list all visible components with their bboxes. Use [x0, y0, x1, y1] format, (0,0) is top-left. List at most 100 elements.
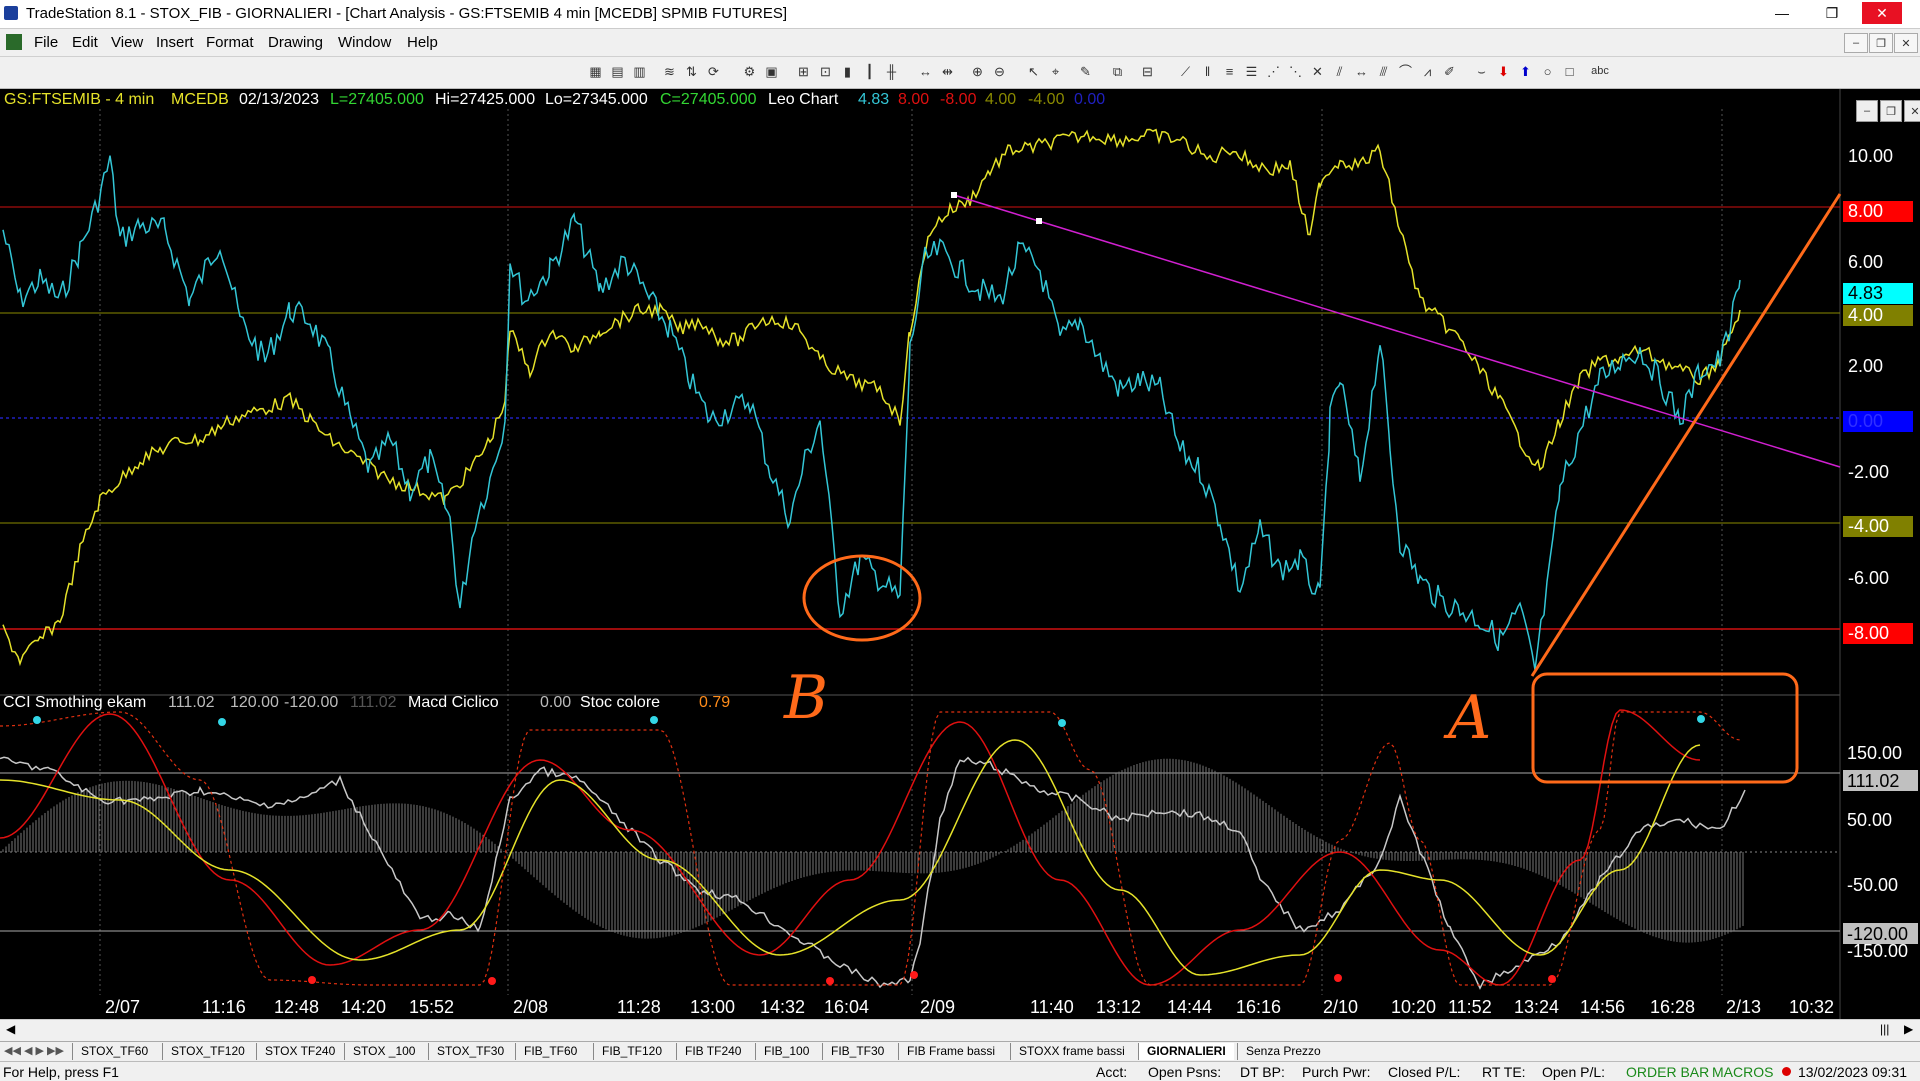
parallel-icon[interactable]: ⫻	[1376, 64, 1391, 79]
pane-close-button[interactable]: ✕	[1904, 100, 1920, 122]
fib-icon[interactable]: ⋰	[1266, 64, 1281, 79]
arrow-down-icon[interactable]: ⬇	[1496, 64, 1511, 79]
chart-area[interactable]: 10.00 8.00 6.00 4.83 4.00 2.00 0.00 -2.00 -4.00-…	[0, 89, 1920, 1019]
new-grid-icon[interactable]: ▤	[610, 64, 625, 79]
pane-minimize-button[interactable]: –	[1856, 100, 1878, 122]
gann-icon[interactable]: ✕	[1310, 64, 1325, 79]
tab-fib-tf30[interactable]: FIB_TF30	[822, 1043, 892, 1060]
zoom-in-icon[interactable]: ⊕	[970, 64, 985, 79]
mdi-close-button[interactable]: ✕	[1894, 33, 1918, 53]
tab-giornalieri[interactable]: GIORNALIERI	[1138, 1043, 1234, 1060]
crosshair-icon[interactable]: ⌖	[1048, 64, 1063, 79]
chart-canvas: 10.008.006.004.834.002.000.00-2.00-4.00-…	[0, 89, 1918, 1019]
time-axis-label: 10:32	[1789, 997, 1834, 1017]
text-tool-icon[interactable]: abc	[1588, 64, 1612, 79]
tab-fib-tf240[interactable]: FIB TF240	[676, 1043, 749, 1060]
tab-stox-tf240[interactable]: STOX TF240	[256, 1043, 343, 1060]
rectangle-icon[interactable]: □	[1562, 64, 1577, 79]
indicator-value-2: 8.00	[898, 91, 930, 108]
close-button[interactable]: ✕	[1862, 2, 1902, 24]
time-axis: 2/07 11:16 12:48 14:20 15:52 2/08 11:28 13:00 14…	[105, 997, 1834, 1017]
time-axis-label: 14:20	[341, 997, 386, 1017]
mdi-restore-button[interactable]: ❐	[1869, 33, 1893, 53]
tab-stox-tf60[interactable]: STOX_TF60	[72, 1043, 156, 1060]
cci-value-3: -120.00	[284, 694, 339, 711]
data-icon[interactable]: ▣	[764, 64, 779, 79]
ellipse-icon[interactable]: ○	[1540, 64, 1555, 79]
horizontal-scrollbar[interactable]: ◀ ||| ▶	[0, 1019, 1920, 1041]
menu-window[interactable]: Window	[338, 34, 391, 51]
time-axis-label: 2/10	[1323, 997, 1358, 1017]
mdi-minimize-button[interactable]: –	[1844, 33, 1868, 53]
scroll-right-icon[interactable]: ▶	[1904, 1022, 1913, 1036]
pointer-icon[interactable]: ↖	[1026, 64, 1041, 79]
channel-icon[interactable]: ☰	[1244, 64, 1259, 79]
speedlines-icon[interactable]: ⫽	[1332, 64, 1347, 79]
arc-icon[interactable]: ⌒	[1398, 64, 1413, 79]
new-chart-icon[interactable]: ▦	[588, 64, 603, 79]
chart-document-icon[interactable]	[6, 34, 22, 50]
menu-insert[interactable]: Insert	[156, 34, 194, 51]
order-bar-button[interactable]: ORDER BAR	[1626, 1064, 1709, 1080]
tab-fib-100[interactable]: FIB_100	[755, 1043, 817, 1060]
strategy-icon[interactable]: ⊡	[818, 64, 833, 79]
curve-icon[interactable]: ⌣	[1474, 64, 1489, 79]
trendline-anchor-1	[951, 192, 957, 198]
magenta-trendline	[953, 194, 1841, 468]
horizontal-line-icon[interactable]: ≡	[1222, 64, 1237, 79]
upper-axis-label: -4.00	[1848, 516, 1889, 536]
scroll-left-icon[interactable]: ◀	[6, 1022, 15, 1036]
scanner-icon[interactable]: ⊞	[796, 64, 811, 79]
fan-icon[interactable]: ⩘	[1420, 64, 1435, 79]
tab-fib-tf60[interactable]: FIB_TF60	[515, 1043, 585, 1060]
time-axis-label: 2/13	[1726, 997, 1761, 1017]
time-axis-label: 14:44	[1167, 997, 1212, 1017]
arrow-up-icon[interactable]: ⬆	[1518, 64, 1533, 79]
radar-icon[interactable]: ▥	[632, 64, 647, 79]
vertical-lines-icon[interactable]: ‖	[1200, 64, 1215, 79]
properties-icon[interactable]: ✎	[1078, 64, 1093, 79]
tab-stox-100[interactable]: STOX _100	[344, 1043, 423, 1060]
menu-edit[interactable]: Edit	[72, 34, 98, 51]
expand-icon[interactable]: ↔	[918, 64, 933, 79]
menu-help[interactable]: Help	[407, 34, 438, 51]
lower-axis-label: -50.00	[1847, 875, 1898, 895]
insert-icon[interactable]: ⧉	[1110, 64, 1125, 79]
pane-restore-button[interactable]: ❐	[1880, 100, 1902, 122]
lower-value-axis: 150.00111.0250.00-50.00-120.00-150.00	[1843, 743, 1918, 961]
maximize-button[interactable]: ❐	[1812, 2, 1852, 24]
freehand-icon[interactable]: ✐	[1442, 64, 1457, 79]
arrow-lr-icon[interactable]: ↔	[1354, 64, 1369, 79]
lower-axis-label: 50.00	[1847, 810, 1892, 830]
time-axis-label: 2/07	[105, 997, 140, 1017]
macros-button[interactable]: MACROS	[1712, 1064, 1773, 1080]
ruler-icon[interactable]: ⊟	[1140, 64, 1155, 79]
cyan-cycle-dot	[1697, 715, 1705, 723]
minimize-button[interactable]: —	[1762, 2, 1802, 24]
menu-view[interactable]: View	[111, 34, 143, 51]
tools-icon[interactable]: ⚙	[742, 64, 757, 79]
bars-icon[interactable]: ┃	[862, 64, 877, 79]
chart-style-icon[interactable]: ≋	[662, 64, 677, 79]
scroll-pane-icon[interactable]: |||	[1880, 1022, 1889, 1036]
tab-stox-tf120[interactable]: STOX_TF120	[162, 1043, 253, 1060]
menu-file[interactable]: File	[34, 34, 58, 51]
tab-senza-prezzo[interactable]: Senza Prezzo	[1237, 1043, 1329, 1060]
bar-style-icon[interactable]: ⇅	[684, 64, 699, 79]
andrews-icon[interactable]: ⋱	[1288, 64, 1303, 79]
refresh-icon[interactable]: ⟳	[706, 64, 721, 79]
menu-format[interactable]: Format	[206, 34, 254, 51]
bars2-icon[interactable]: ╫	[884, 64, 899, 79]
tab-nav-icon[interactable]: ◀◀ ◀ ▶ ▶▶	[4, 1044, 64, 1057]
zoom-out-icon[interactable]: ⊖	[992, 64, 1007, 79]
tab-stox-tf30[interactable]: STOX_TF30	[428, 1043, 512, 1060]
menu-drawing[interactable]: Drawing	[268, 34, 323, 51]
tab-fib-frame-bassi[interactable]: FIB Frame bassi	[898, 1043, 1003, 1060]
tab-stoxx-frame-bassi[interactable]: STOXX frame bassi	[1010, 1043, 1133, 1060]
cci-histogram	[2, 758, 1744, 943]
candle-icon[interactable]: ▮	[840, 64, 855, 79]
tab-fib-tf120[interactable]: FIB_TF120	[593, 1043, 670, 1060]
compress-icon[interactable]: ⇹	[940, 64, 955, 79]
cci-line	[0, 756, 1746, 990]
trendline-icon[interactable]: ⟋	[1178, 64, 1193, 79]
